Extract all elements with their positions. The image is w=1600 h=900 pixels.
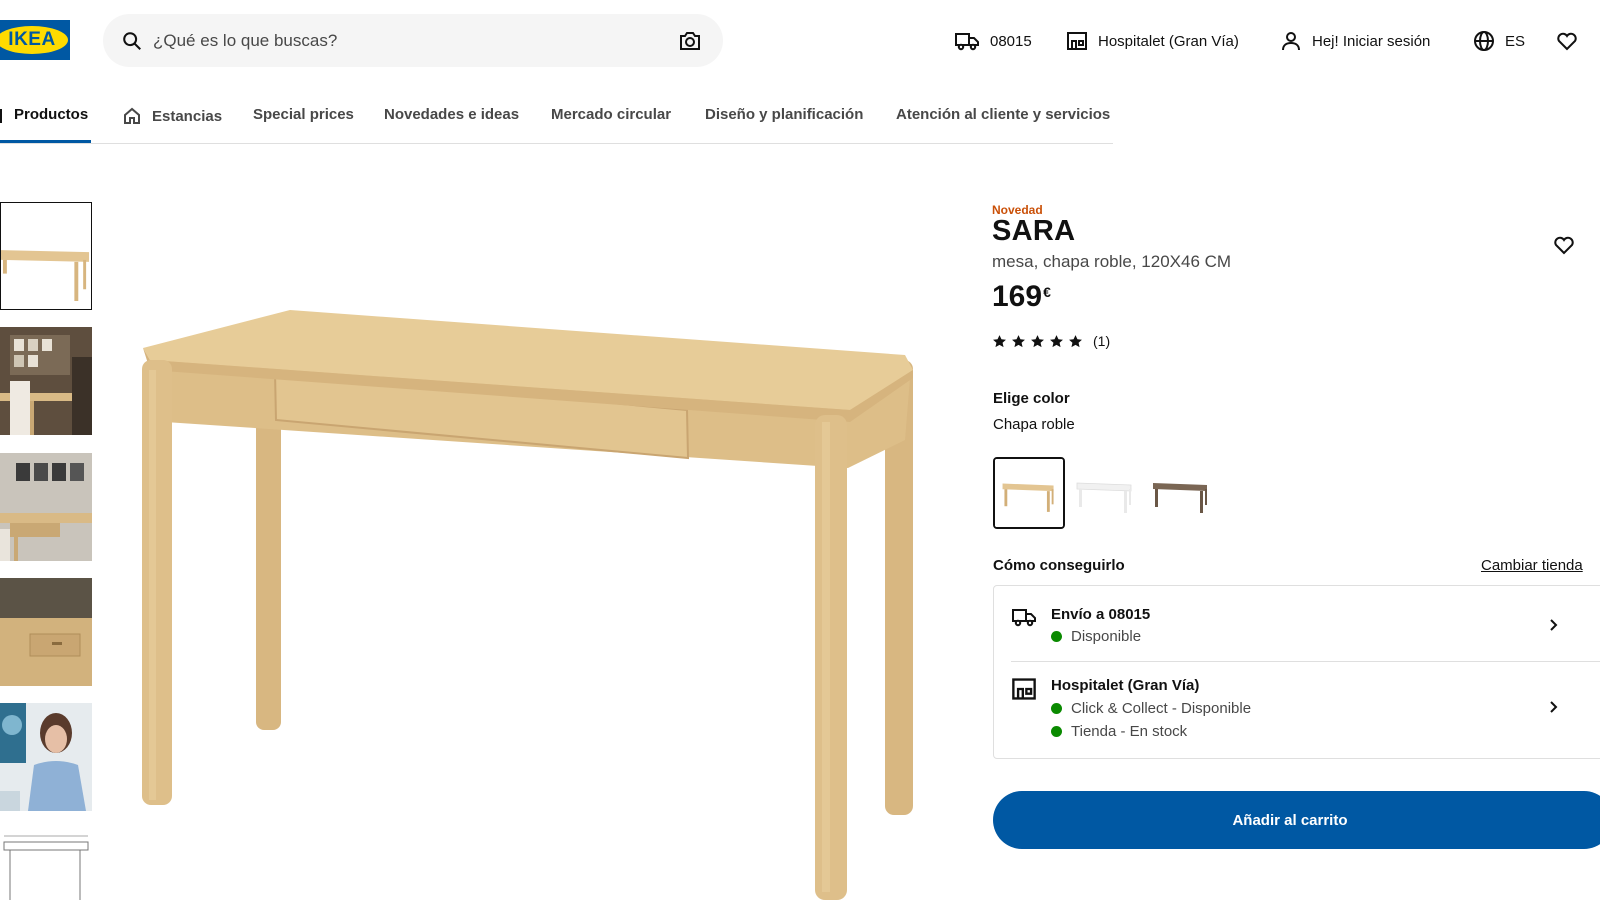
ikea-logo[interactable]: IKEA bbox=[0, 20, 70, 60]
thumbnail-1[interactable] bbox=[0, 202, 92, 310]
thumbnail-2[interactable] bbox=[0, 327, 92, 435]
in-store-status: Tienda - En stock bbox=[1051, 723, 1187, 740]
nav-marker bbox=[0, 109, 2, 123]
thumbnail-3[interactable] bbox=[0, 453, 92, 561]
price-currency: € bbox=[1043, 284, 1051, 300]
store-option[interactable]: Hospitalet (Gran Vía) Click & Collect - … bbox=[994, 662, 1600, 760]
change-store-link[interactable]: Cambiar tienda bbox=[1481, 557, 1583, 574]
truck-icon bbox=[1012, 609, 1036, 627]
delivery-option[interactable]: Envío a 08015 Disponible bbox=[994, 586, 1600, 661]
status-dot bbox=[1051, 631, 1062, 642]
nav-mercado-circular[interactable]: Mercado circular bbox=[551, 106, 671, 123]
login-text: Hej! Iniciar sesión bbox=[1312, 32, 1431, 50]
delivery-title: Envío a 08015 bbox=[1051, 606, 1151, 623]
search-input[interactable] bbox=[153, 14, 653, 67]
heart-icon[interactable] bbox=[1553, 234, 1575, 256]
star-icon bbox=[1069, 334, 1082, 347]
status-dot bbox=[1051, 703, 1062, 714]
thumbnail-5[interactable] bbox=[0, 703, 92, 811]
user-icon bbox=[1282, 32, 1300, 51]
camera-icon[interactable] bbox=[678, 29, 702, 53]
login-button[interactable]: Hej! Iniciar sesión bbox=[1280, 28, 1430, 54]
add-to-cart-button[interactable]: Añadir al carrito bbox=[993, 791, 1600, 849]
home-icon bbox=[124, 107, 140, 124]
price-amount: 169 bbox=[992, 280, 1043, 313]
nav-special-prices[interactable]: Special prices bbox=[253, 106, 354, 123]
chevron-right-icon bbox=[1550, 701, 1558, 713]
store-selector[interactable]: Hospitalet (Gran Vía) bbox=[1066, 28, 1239, 54]
star-icon bbox=[1050, 334, 1063, 347]
product-price: 169 € bbox=[992, 280, 1051, 314]
store-icon bbox=[1067, 32, 1087, 50]
status-dot bbox=[1051, 726, 1062, 737]
store-title: Hospitalet (Gran Vía) bbox=[1051, 677, 1200, 694]
search-bar[interactable] bbox=[103, 14, 723, 67]
main-nav: Productos Estancias Special prices Noved… bbox=[0, 98, 1113, 144]
heart-icon bbox=[1557, 32, 1577, 51]
nav-atencion[interactable]: Atención al cliente y servicios bbox=[896, 106, 1110, 123]
star-icon bbox=[993, 334, 1006, 347]
product-rating[interactable]: (1) bbox=[992, 333, 1110, 349]
rating-count: (1) bbox=[1093, 333, 1111, 349]
language-text: ES bbox=[1505, 32, 1526, 50]
delivery-status: Disponible bbox=[1051, 628, 1141, 645]
color-swatch-chapa-roble[interactable] bbox=[993, 457, 1065, 529]
globe-icon bbox=[1474, 31, 1494, 51]
star-icon bbox=[1012, 334, 1025, 347]
color-swatch-marron[interactable] bbox=[1145, 457, 1217, 529]
nav-active-underline bbox=[0, 140, 91, 143]
product-name: SARA bbox=[992, 215, 1076, 247]
thumbnail-6[interactable] bbox=[0, 828, 92, 900]
availability-box: Envío a 08015 Disponible Hospitalet (Gra… bbox=[993, 585, 1600, 759]
product-description: mesa, chapa roble, 120X46 CM bbox=[992, 252, 1232, 271]
availability-heading: Cómo conseguirlo bbox=[993, 557, 1125, 574]
thumbnail-4[interactable] bbox=[0, 578, 92, 686]
star-icon bbox=[1031, 334, 1044, 347]
nav-productos[interactable]: Productos bbox=[14, 106, 88, 123]
search-icon[interactable] bbox=[121, 30, 143, 52]
truck-icon bbox=[955, 33, 979, 51]
postcode-selector[interactable]: 08015 bbox=[954, 28, 1032, 54]
store-text: Hospitalet (Gran Vía) bbox=[1098, 32, 1239, 50]
language-selector[interactable]: ES bbox=[1473, 28, 1525, 54]
postcode-text: 08015 bbox=[990, 32, 1032, 50]
favourites-header-button[interactable] bbox=[1556, 28, 1578, 54]
nav-diseno[interactable]: Diseño y planificación bbox=[705, 106, 863, 123]
logo-text: IKEA bbox=[8, 29, 56, 50]
color-heading: Elige color bbox=[993, 390, 1070, 407]
chevron-right-icon bbox=[1550, 619, 1558, 631]
product-main-image[interactable] bbox=[110, 160, 960, 900]
store-icon bbox=[1012, 678, 1036, 700]
selected-color-name: Chapa roble bbox=[993, 416, 1075, 433]
nav-novedades[interactable]: Novedades e ideas bbox=[384, 106, 519, 123]
color-swatch-blanco[interactable] bbox=[1069, 457, 1141, 529]
nav-estancias[interactable]: Estancias bbox=[122, 106, 222, 126]
click-collect-status: Click & Collect - Disponible bbox=[1051, 700, 1251, 717]
